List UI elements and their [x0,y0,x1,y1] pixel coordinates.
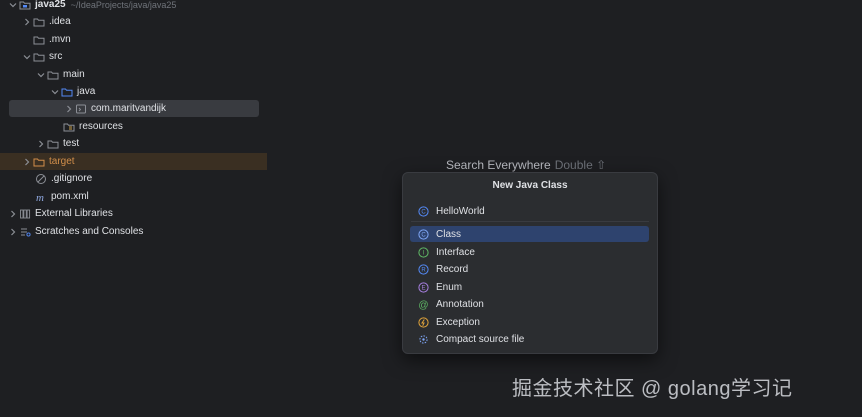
folder-icon [32,50,46,64]
kind-label: Compact source file [436,333,525,345]
maven-icon: m [34,190,48,204]
ignore-file-icon [34,172,48,186]
resources-folder-icon [62,120,76,134]
kind-label: Interface [436,246,475,258]
kind-item-record[interactable]: R Record [410,261,649,277]
tree-item-scratches[interactable]: Scratches and Consoles [8,223,143,240]
chevron-right-icon[interactable] [22,13,32,30]
svg-text:m: m [36,192,44,203]
tree-item-target[interactable]: target [22,153,75,170]
project-path: ~/IdeaProjects/java/java25 [70,0,177,10]
source-folder-icon [60,85,74,99]
new-java-class-popup: New Java Class C HelloWorld C Class I In… [402,172,658,354]
chevron-right-icon[interactable] [64,100,74,117]
package-icon [74,102,88,116]
class-name-value: HelloWorld [436,205,485,217]
watermark-text: 掘金技术社区 @ golang学习记 [512,378,793,400]
kind-item-interface[interactable]: I Interface [410,244,649,260]
chevron-right-icon[interactable] [8,223,18,240]
tree-item-external-libraries[interactable]: External Libraries [8,205,113,222]
tree-item-gitignore[interactable]: .gitignore [34,170,92,187]
tree-label: .mvn [49,34,71,45]
kind-item-annotation[interactable]: @ Annotation [410,296,649,312]
tree-item-package[interactable]: com.maritvandijk [64,100,166,117]
project-name: java25 [35,0,66,10]
tree-item-pom[interactable]: m pom.xml [34,188,89,205]
chevron-down-icon[interactable] [36,66,46,83]
folder-icon [46,137,60,151]
tree-label: test [63,138,80,149]
record-icon: R [417,263,429,275]
library-icon [18,207,32,221]
popup-divider [411,221,649,222]
tree-label: Scratches and Consoles [35,226,144,237]
exception-icon [417,316,429,328]
class-icon: C [417,205,429,217]
chevron-right-icon[interactable] [22,153,32,170]
svg-text:@: @ [418,299,428,309]
interface-icon: I [417,246,429,258]
svg-text:E: E [421,285,425,291]
kind-label: Class [436,228,462,240]
tree-label: com.maritvandijk [91,103,167,114]
tree-item-src[interactable]: src [22,48,62,65]
tree-item-java[interactable]: java [50,83,95,100]
kind-item-compact-source-file[interactable]: Compact source file [410,331,649,347]
popup-title: New Java Class [492,180,568,191]
svg-text:R: R [421,267,426,273]
kind-label: Exception [436,316,480,328]
tree-item-main[interactable]: main [36,66,85,83]
folder-icon [32,33,46,47]
search-everywhere-label: Search Everywhere [446,158,551,172]
kind-label: Enum [436,281,463,293]
svg-text:C: C [421,209,426,215]
kind-item-enum[interactable]: E Enum [410,279,649,295]
tree-label: src [49,51,63,62]
name-input-helloworld[interactable]: C HelloWorld [410,203,649,219]
tree-label: pom.xml [51,191,89,202]
search-everywhere-hint: Search Everywhere Double ⇧ [446,158,606,172]
scratches-icon [18,225,32,239]
tree-label: main [63,69,85,80]
tree-label: .idea [49,16,71,27]
chevron-down-icon[interactable] [22,48,32,65]
tree-label: resources [79,121,123,132]
tree-item-idea[interactable]: .idea [22,13,71,30]
chevron-right-icon[interactable] [8,205,18,222]
tree-label: External Libraries [35,208,113,219]
tree-item-resources[interactable]: resources [62,118,123,135]
kind-label: Record [436,263,469,275]
tree-item-test[interactable]: test [36,135,79,152]
tree-item-mvn[interactable]: .mvn [32,31,71,48]
excluded-folder-icon [32,155,46,169]
svg-text:C: C [421,232,426,238]
compact-source-file-icon [417,333,429,345]
svg-text:I: I [422,250,424,256]
search-everywhere-shortcut: Double ⇧ [554,158,607,172]
chevron-down-icon[interactable] [50,83,60,100]
kind-item-exception[interactable]: Exception [410,314,649,330]
kind-label: Annotation [436,298,484,310]
class-icon: C [417,228,429,240]
chevron-right-icon[interactable] [36,135,46,152]
tree-label: .gitignore [51,173,93,184]
folder-icon [32,15,46,29]
tree-label: java [77,86,96,97]
module-folder-icon [18,0,32,12]
annotation-icon: @ [417,298,429,310]
kind-item-class[interactable]: C Class [410,226,649,242]
tree-item-java25[interactable]: java25 ~/IdeaProjects/java/java25 [8,0,176,13]
enum-icon: E [417,281,429,293]
folder-icon [46,68,60,82]
chevron-down-icon[interactable] [8,0,18,13]
tree-label: target [49,156,75,167]
